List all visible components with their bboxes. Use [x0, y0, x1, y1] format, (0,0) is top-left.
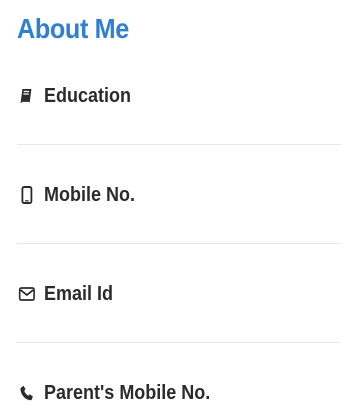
divider: [17, 243, 341, 244]
parent-mobile-label: Parent's Mobile No.: [44, 381, 211, 404]
envelope-icon: [17, 283, 37, 305]
phone-icon: [17, 382, 37, 404]
list-item-parent-mobile: Parent's Mobile No.: [17, 363, 309, 419]
list-item-education: Education: [17, 66, 309, 126]
email-label: Email Id: [44, 282, 114, 305]
about-me-list: Education Mobile No. Email Id Parent's M…: [17, 66, 341, 419]
mobile-label: Mobile No.: [44, 183, 135, 206]
divider: [17, 342, 341, 343]
book-icon: [17, 85, 37, 107]
list-item-email: Email Id: [17, 264, 309, 324]
section-title: About Me: [17, 13, 129, 44]
divider: [17, 144, 341, 145]
education-label: Education: [44, 84, 132, 107]
list-item-mobile: Mobile No.: [17, 165, 309, 225]
mobile-icon: [17, 184, 37, 206]
about-me-card: About Me Education Mobile No. Email Id P…: [0, 0, 347, 419]
